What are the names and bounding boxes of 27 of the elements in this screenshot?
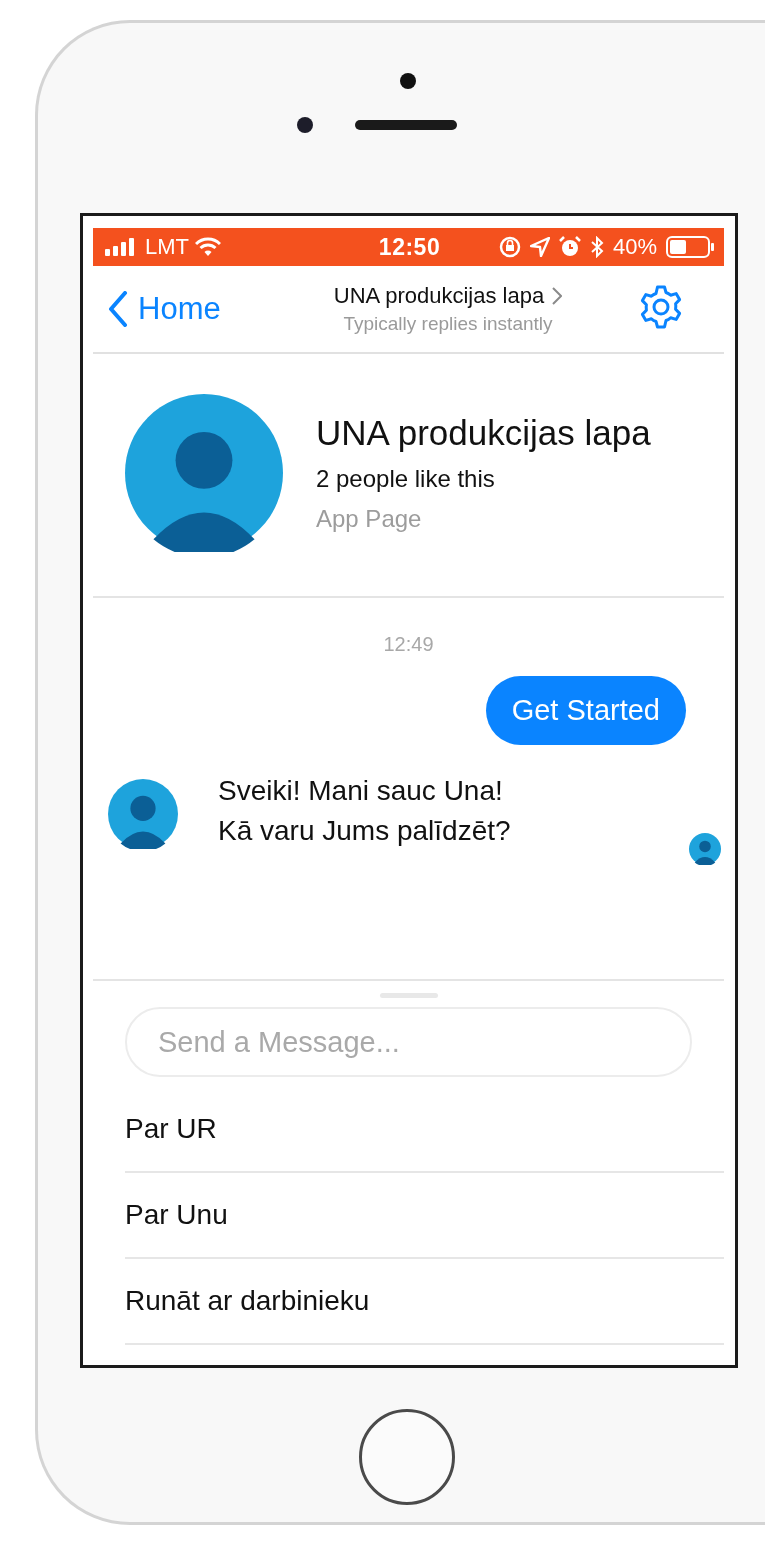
received-message: Sveiki! Mani sauc Una! Kā varu Jums palīdzēt? xyxy=(218,774,511,848)
page-name: UNA produkcijas lapa xyxy=(316,413,651,453)
likes-count: 2 people like this xyxy=(316,465,496,493)
response-time-subtitle: Typically replies instantly xyxy=(343,313,553,335)
location-arrow-icon xyxy=(529,237,550,257)
clock-time: 12:50 xyxy=(378,233,441,261)
quick-reply-option[interactable]: Par UR xyxy=(125,1087,724,1173)
back-button[interactable]: Home xyxy=(108,291,268,327)
wifi-icon xyxy=(195,237,221,257)
alarm-clock-icon xyxy=(558,236,581,258)
battery-percentage: 40% xyxy=(612,234,657,260)
back-chevron-icon xyxy=(108,291,128,327)
quick-reply-option[interactable]: Runāt ar darbinieku xyxy=(125,1259,724,1345)
conversation-title[interactable]: UNA produkcijas lapa xyxy=(333,283,545,309)
seen-avatar-image xyxy=(689,833,721,865)
quick-reply-option[interactable]: Par Unu xyxy=(125,1173,724,1259)
bluetooth-icon xyxy=(589,236,604,258)
page-category: App Page xyxy=(316,505,423,533)
battery-icon xyxy=(666,236,714,258)
message-timestamp: 12:49 xyxy=(383,633,434,656)
message-input-field[interactable]: Send a Message... xyxy=(125,1007,692,1077)
carrier-name: LMT xyxy=(145,234,189,260)
rotation-lock-icon xyxy=(498,236,521,258)
sent-message-bubble: Get Started xyxy=(485,676,686,745)
chevron-right-icon xyxy=(552,287,563,305)
avatar-image xyxy=(108,779,178,849)
settings-icon xyxy=(638,284,684,330)
